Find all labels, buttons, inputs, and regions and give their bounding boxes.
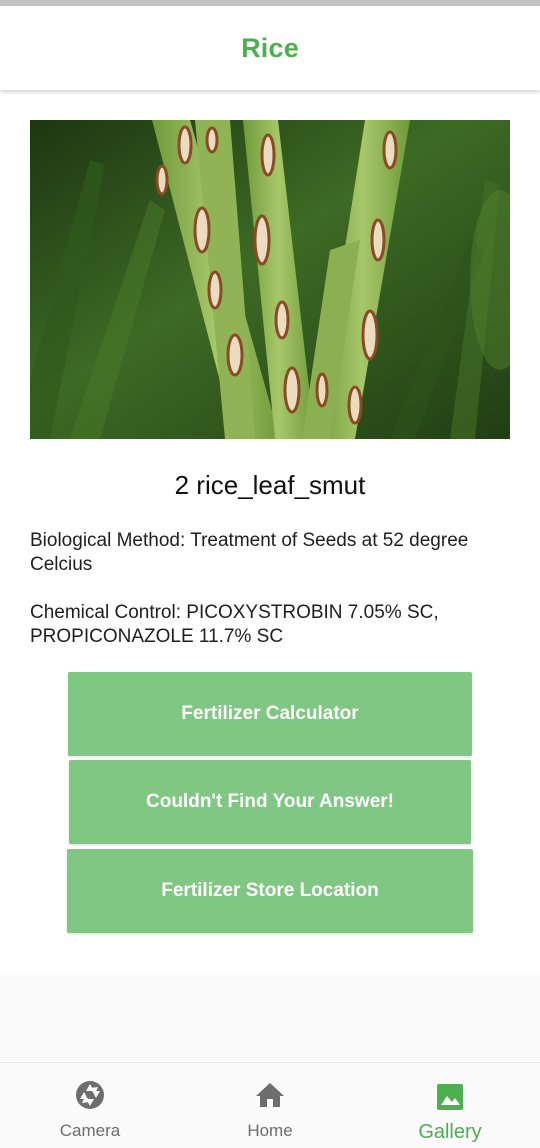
nav-item-camera[interactable]: Camera: [0, 1063, 180, 1148]
nav-label-gallery: Gallery: [418, 1121, 482, 1143]
page-title: Rice: [241, 32, 299, 63]
chemical-control-text: Chemical Control: PICOXYSTROBIN 7.05% SC…: [30, 602, 439, 647]
camera-shutter-icon: [76, 1081, 104, 1109]
fertilizer-store-location-button[interactable]: Fertilizer Store Location: [67, 849, 473, 933]
home-icon: [256, 1083, 284, 1107]
gallery-image-icon: [437, 1084, 463, 1110]
fertilizer-calculator-button[interactable]: Fertilizer Calculator: [68, 672, 472, 756]
nav-item-gallery[interactable]: Gallery: [360, 1063, 540, 1148]
nav-item-home[interactable]: Home: [180, 1063, 360, 1148]
couldnt-find-answer-button[interactable]: Couldn't Find Your Answer!: [69, 760, 471, 844]
bottom-navigation: Camera Home Gallery: [0, 1062, 540, 1148]
rice-leaf-photo: [30, 120, 510, 439]
nav-label-camera: Camera: [59, 1121, 121, 1140]
biological-method-text: Biological Method: Treatment of Seeds at…: [30, 530, 469, 575]
nav-label-home: Home: [247, 1121, 293, 1140]
app-bar: Rice: [0, 6, 540, 90]
result-panel: 2 rice_leaf_smut Biological Method: Trea…: [0, 90, 540, 975]
disease-name: 2 rice_leaf_smut: [174, 470, 366, 500]
